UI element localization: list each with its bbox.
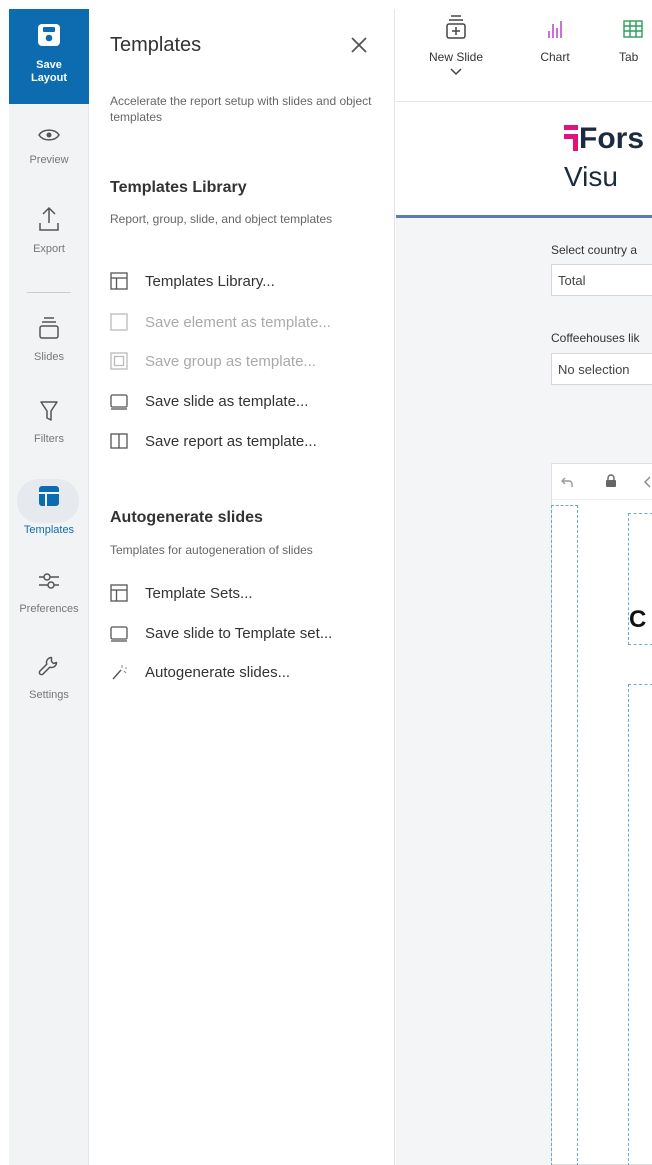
rail-item-label: Preview: [29, 154, 69, 166]
slides-icon: [9, 316, 89, 345]
country-filter-label: Select country a: [551, 243, 638, 257]
chart-icon: [530, 14, 580, 43]
rail-item-label: Templates: [23, 524, 75, 536]
rail-item-preview[interactable]: Preview: [9, 127, 89, 166]
group-icon: [108, 350, 130, 372]
magic-wand-icon: [108, 661, 130, 683]
rail-item-templates[interactable]: Templates: [9, 479, 89, 536]
table-icon: [622, 14, 652, 43]
autogen-section-description: Templates for autogeneration of slides: [110, 543, 313, 557]
book-icon: [108, 430, 130, 452]
app-window: Save Layout Preview Export Slides Filter…: [0, 0, 652, 1165]
slide-icon: [108, 390, 130, 412]
template-sets-item[interactable]: Template Sets...: [108, 581, 253, 605]
templates-icon: [9, 485, 89, 512]
table-button[interactable]: Tab: [616, 14, 652, 64]
autogen-section-title: Autogenerate slides: [110, 509, 263, 526]
new-slide-icon: [423, 14, 489, 43]
chevron-down-icon: [423, 65, 489, 79]
menu-item-label: Templates Library...: [145, 272, 275, 290]
slide-preview: C: [551, 463, 652, 1165]
slide-icon: [108, 622, 130, 644]
library-section-description: Report, group, slide, and object templat…: [110, 212, 333, 226]
new-slide-button[interactable]: New Slide: [423, 14, 489, 79]
layout-icon: [108, 582, 130, 604]
brand-logo-icon: [564, 125, 578, 156]
menu-item-label: Save report as template...: [145, 432, 317, 450]
menu-item-label: Autogenerate slides...: [145, 663, 291, 681]
rail-item-slides[interactable]: Slides: [9, 316, 89, 363]
rail-item-preferences[interactable]: Preferences: [9, 570, 89, 615]
rail-divider: [27, 292, 71, 293]
templates-library-item[interactable]: Templates Library...: [108, 269, 275, 293]
eye-icon: [9, 127, 89, 148]
coffeehouse-filter-select[interactable]: No selection: [551, 353, 652, 385]
slide-title-text: C: [629, 606, 647, 633]
wrench-icon: [9, 654, 89, 683]
top-toolbar: New Slide Chart Tab: [396, 0, 652, 102]
rail-item-settings[interactable]: Settings: [9, 654, 89, 701]
save-icon: [37, 23, 61, 52]
save-element-template-item[interactable]: Save element as template...: [108, 310, 331, 334]
rail-item-filters[interactable]: Filters: [9, 400, 89, 445]
save-label-line2: Layout: [30, 72, 68, 84]
menu-item-label: Save group as template...: [145, 352, 316, 370]
arrow-left-icon[interactable]: [642, 475, 652, 494]
slide-margin-guide: [551, 505, 578, 1165]
chart-button[interactable]: Chart: [530, 14, 580, 64]
save-layout-button[interactable]: Save Layout: [9, 9, 89, 104]
rail-item-label: Settings: [29, 689, 69, 701]
sliders-icon: [9, 570, 89, 597]
panel-description: Accelerate the report setup with slides …: [110, 94, 372, 124]
save-report-template-item[interactable]: Save report as template...: [108, 429, 317, 453]
lock-icon[interactable]: [605, 474, 617, 493]
close-icon: [345, 37, 373, 63]
close-button[interactable]: [345, 31, 373, 59]
coffeehouse-filter-label: Coffeehouses lik: [551, 331, 640, 345]
brand-logo-text: Fors: [579, 122, 645, 155]
new-slide-label: New Slide: [428, 50, 484, 64]
report-header: Fors Visu: [396, 103, 652, 218]
autogenerate-slides-item[interactable]: Autogenerate slides...: [108, 660, 290, 684]
rail-item-label: Slides: [34, 351, 64, 363]
templates-panel: Templates Accelerate the report setup wi…: [90, 9, 395, 1165]
report-title: Visu: [564, 161, 618, 192]
save-slide-to-set-item[interactable]: Save slide to Template set...: [108, 621, 332, 645]
menu-item-label: Save slide to Template set...: [145, 624, 333, 642]
rail-item-label: Preferences: [19, 603, 79, 615]
save-group-template-item[interactable]: Save group as template...: [108, 349, 316, 373]
report-canvas: Fors Visu Select country a Total Coffeeh…: [396, 103, 652, 1165]
layout-icon: [108, 270, 130, 292]
filter-icon: [9, 400, 89, 427]
menu-item-label: Save element as template...: [145, 313, 331, 331]
slide-toolbar: [552, 464, 652, 500]
menu-item-label: Template Sets...: [145, 584, 253, 602]
slide-content-placeholder[interactable]: [628, 684, 652, 1165]
save-slide-template-item[interactable]: Save slide as template...: [108, 389, 308, 413]
rail-item-label: Filters: [34, 433, 64, 445]
library-section-title: Templates Library: [110, 179, 247, 196]
left-rail: Save Layout Preview Export Slides Filter…: [9, 9, 89, 1165]
rail-item-label: Export: [33, 243, 65, 255]
country-filter-select[interactable]: Total: [551, 264, 652, 296]
export-icon: [9, 206, 89, 237]
save-label-line1: Save: [36, 59, 62, 71]
chart-label: Chart: [540, 50, 570, 64]
menu-item-label: Save slide as template...: [145, 392, 309, 410]
panel-title: Templates: [110, 34, 202, 56]
table-label: Tab: [619, 50, 639, 64]
undo-icon[interactable]: [560, 475, 574, 494]
rail-item-export[interactable]: Export: [9, 206, 89, 255]
square-icon: [108, 311, 130, 333]
